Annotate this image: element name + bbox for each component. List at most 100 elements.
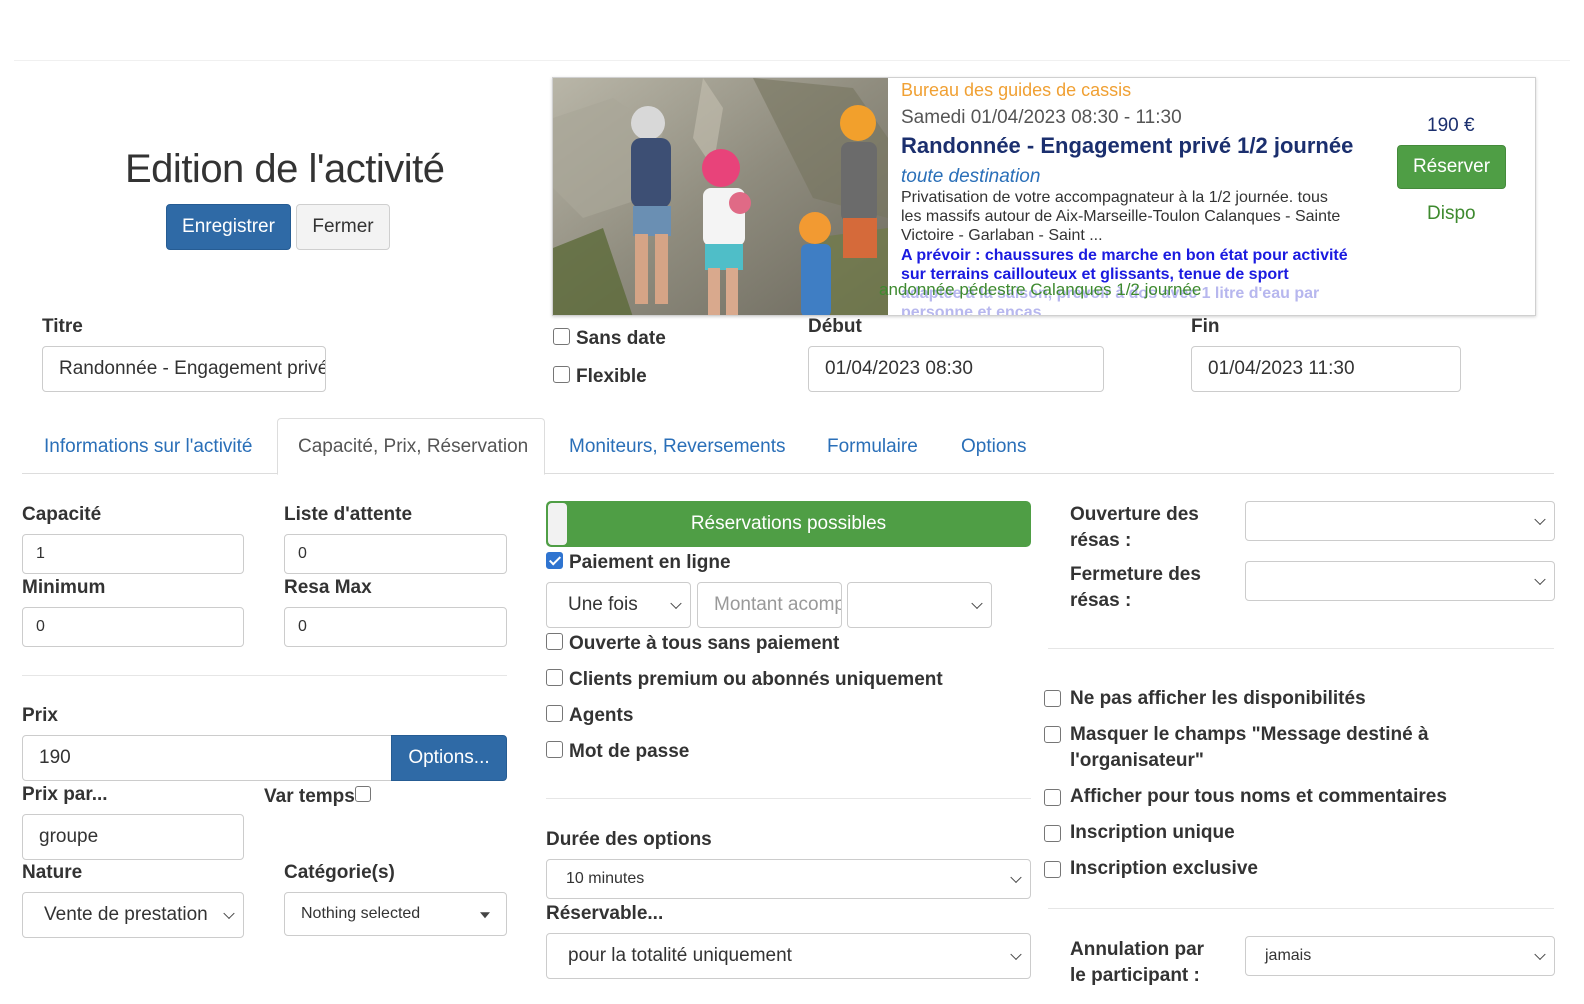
- activity-date: Samedi 01/04/2023 08:30 - 11:30: [901, 107, 1182, 128]
- bookable-label: Réservable...: [546, 903, 664, 924]
- exclusive-signup-checkbox[interactable]: [1044, 861, 1061, 878]
- cancellation-select-value: jamais: [1265, 947, 1312, 964]
- tab-options[interactable]: Options: [961, 436, 1026, 458]
- price-per-label: Prix par...: [22, 784, 108, 805]
- tab-instructors-payouts[interactable]: Moniteurs, Reversements: [569, 436, 785, 458]
- online-payment-checkbox[interactable]: [546, 552, 563, 569]
- categories-multiselect[interactable]: Nothing selected: [284, 892, 507, 936]
- password-checkbox[interactable]: [546, 741, 563, 758]
- section-divider: [1048, 908, 1554, 909]
- chevron-down-icon: [670, 597, 682, 610]
- chevron-down-icon: [223, 907, 235, 920]
- no-date-checkbox[interactable]: [553, 328, 570, 345]
- activity-description: Privatisation de votre accompagnateur à …: [901, 189, 1341, 244]
- start-label: Début: [808, 316, 862, 337]
- password-label: Mot de passe: [569, 741, 690, 762]
- title-label: Titre: [42, 316, 83, 337]
- reservations-toggle-label: Réservations possibles: [690, 513, 887, 534]
- unique-signup-label: Inscription unique: [1070, 822, 1235, 843]
- agents-checkbox[interactable]: [546, 705, 563, 722]
- flexible-label: Flexible: [576, 366, 647, 387]
- price-options-button[interactable]: Options...: [391, 735, 507, 781]
- price-input[interactable]: 190: [22, 735, 392, 781]
- cancellation-label: Annulation par le participant :: [1070, 939, 1205, 986]
- categories-select-value: Nothing selected: [301, 905, 421, 922]
- var-time-checkbox[interactable]: [355, 786, 371, 802]
- nature-select[interactable]: Vente de prestation: [22, 892, 244, 938]
- opening-label: Ouverture des résas :: [1070, 504, 1199, 551]
- close-button[interactable]: Fermer: [296, 204, 390, 250]
- categories-label: Catégorie(s): [284, 862, 395, 883]
- header-divider: [14, 60, 1570, 61]
- payment-mode-value: Une fois: [568, 594, 638, 615]
- nature-label: Nature: [22, 862, 83, 883]
- opening-select[interactable]: [1245, 501, 1555, 541]
- activity-destination: toute destination: [901, 166, 1041, 187]
- chevron-down-icon: [1010, 948, 1022, 961]
- activity-photo: [553, 78, 888, 315]
- price-per-input[interactable]: groupe: [22, 814, 244, 860]
- nature-select-value: Vente de prestation: [44, 904, 208, 925]
- tabs-divider: [22, 473, 1554, 474]
- premium-only-label: Clients premium ou abonnés uniquement: [569, 669, 943, 690]
- resa-max-input[interactable]: 0: [284, 607, 507, 647]
- price-label: Prix: [22, 705, 58, 726]
- deposit-amount-input[interactable]: Montant acompte: [697, 582, 842, 628]
- hide-availability-label: Ne pas afficher les disponibilités: [1070, 688, 1366, 709]
- tab-form[interactable]: Formulaire: [827, 436, 918, 458]
- agents-label: Agents: [569, 705, 634, 726]
- open-to-all-checkbox[interactable]: [546, 633, 563, 650]
- section-divider: [1048, 648, 1554, 649]
- save-button[interactable]: Enregistrer: [166, 204, 291, 250]
- end-label: Fin: [1191, 316, 1220, 337]
- options-duration-label: Durée des options: [546, 829, 712, 850]
- bookable-select[interactable]: pour la totalité uniquement: [546, 933, 1031, 979]
- options-duration-select[interactable]: 10 minutes: [546, 859, 1031, 899]
- resa-max-label: Resa Max: [284, 577, 372, 598]
- flexible-checkbox[interactable]: [553, 366, 570, 383]
- capacity-label: Capacité: [22, 504, 102, 525]
- unique-signup-checkbox[interactable]: [1044, 825, 1061, 842]
- chevron-down-icon: [971, 597, 983, 610]
- tab-activity-info[interactable]: Informations sur l'activité: [44, 436, 252, 458]
- chevron-down-icon: [1010, 871, 1022, 884]
- closing-label: Fermeture des résas :: [1070, 564, 1201, 611]
- minimum-label: Minimum: [22, 577, 106, 598]
- payment-mode-select[interactable]: Une fois: [546, 582, 691, 628]
- online-payment-label: Paiement en ligne: [569, 552, 731, 573]
- caret-down-icon: [480, 912, 490, 919]
- activity-title: Randonnée - Engagement privé 1/2 journée: [901, 133, 1354, 158]
- availability-status: Dispo: [1427, 203, 1476, 224]
- end-date-input[interactable]: 01/04/2023 11:30: [1191, 346, 1461, 392]
- title-input[interactable]: Randonnée - Engagement privé 1/2 journée: [42, 346, 326, 392]
- waitlist-input[interactable]: 0: [284, 534, 507, 574]
- tab-capacity-price-booking[interactable]: Capacité, Prix, Réservation: [298, 436, 528, 458]
- hide-message-label: Masquer le champs "Message destiné à l'o…: [1070, 724, 1429, 771]
- toggle-handle[interactable]: [548, 503, 567, 545]
- reservations-toggle[interactable]: Réservations possibles: [546, 501, 1031, 547]
- photo-caption-overlay: andonnée pédestre Calanques 1/2 journée: [879, 280, 1202, 299]
- start-date-input[interactable]: 01/04/2023 08:30: [808, 346, 1104, 392]
- activity-preview-card: Bureau des guides de cassis Samedi 01/04…: [552, 77, 1536, 316]
- activity-price: 190 €: [1427, 115, 1475, 136]
- bookable-value: pour la totalité uniquement: [568, 945, 792, 966]
- options-duration-value: 10 minutes: [566, 870, 645, 887]
- closing-select[interactable]: [1245, 561, 1555, 601]
- deposit-amount-placeholder: Montant acompte: [714, 594, 841, 615]
- section-divider: [22, 675, 507, 676]
- hide-availability-checkbox[interactable]: [1044, 690, 1061, 707]
- open-to-all-label: Ouverte à tous sans paiement: [569, 633, 840, 654]
- minimum-input[interactable]: 0: [22, 607, 244, 647]
- organizer-name[interactable]: Bureau des guides de cassis: [901, 80, 1131, 101]
- cancellation-select[interactable]: jamais: [1245, 936, 1555, 976]
- deposit-unit-select[interactable]: [847, 582, 992, 628]
- show-all-names-checkbox[interactable]: [1044, 789, 1061, 806]
- show-all-names-label: Afficher pour tous noms et commentaires: [1070, 786, 1447, 807]
- chevron-down-icon: [1534, 948, 1546, 961]
- reserve-button[interactable]: Réserver: [1397, 145, 1506, 189]
- no-date-label: Sans date: [576, 328, 666, 349]
- section-divider: [546, 798, 1031, 799]
- capacity-input[interactable]: 1: [22, 534, 244, 574]
- hide-message-checkbox[interactable]: [1044, 726, 1061, 743]
- premium-only-checkbox[interactable]: [546, 669, 563, 686]
